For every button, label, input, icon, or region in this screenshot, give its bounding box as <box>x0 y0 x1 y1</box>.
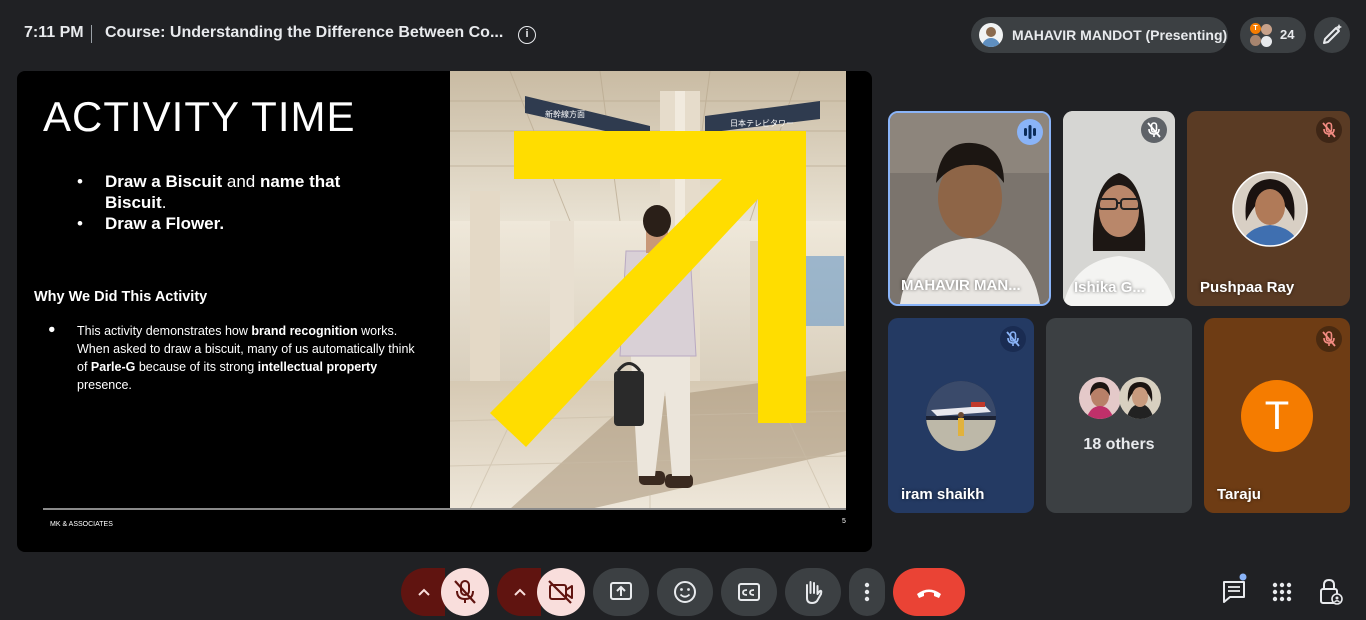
avatar <box>1261 24 1272 35</box>
host-controls-button[interactable] <box>1306 568 1354 616</box>
meeting-info-icon[interactable]: i <box>518 26 536 44</box>
chat-icon <box>1223 573 1247 603</box>
lock-person-icon <box>1320 578 1343 605</box>
participant-name: Ishika G... <box>1074 279 1145 296</box>
more-options-button[interactable] <box>849 568 885 616</box>
top-bar: 7:11 PM Course: Understanding the Differ… <box>0 0 1366 70</box>
mic-off-icon <box>1316 117 1342 143</box>
apps-icon <box>1272 582 1292 602</box>
avatar <box>1250 35 1261 46</box>
participant-tile-pushpaa[interactable]: Pushpaa Ray <box>1187 111 1350 306</box>
raise-hand-button[interactable] <box>785 568 841 616</box>
sign-text: 日本テレビタワー <box>730 118 794 128</box>
meeting-title: Course: Understanding the Difference Bet… <box>105 24 504 41</box>
avatar <box>926 381 996 451</box>
mic-toggle-button[interactable] <box>441 568 489 616</box>
camera-toggle-button[interactable] <box>537 568 585 616</box>
camera-control-group <box>497 568 585 616</box>
hand-icon <box>806 581 823 604</box>
present-now-button[interactable] <box>593 568 649 616</box>
mic-off-icon <box>454 580 476 604</box>
activities-button[interactable] <box>1258 568 1306 616</box>
participant-name: Taraju <box>1217 486 1261 503</box>
avatar: T <box>1250 23 1261 34</box>
sign-text: 新幹線方面 <box>545 109 585 119</box>
participant-tile-taraju[interactable]: T Taraju <box>1204 318 1350 513</box>
clock-time: 7:11 PM <box>24 24 84 41</box>
mic-control-group <box>401 568 489 616</box>
slide-bullet: Draw a Biscuit and name that Biscuit. <box>77 171 405 213</box>
call-end-icon <box>917 589 941 598</box>
slide-page-number: 5 <box>842 518 846 525</box>
slide-bullet-list: Draw a Biscuit and name that Biscuit. Dr… <box>77 171 405 234</box>
reactions-button[interactable] <box>657 568 713 616</box>
slide-subheading: Why We Did This Activity <box>34 289 208 305</box>
slide-divider-line <box>43 508 846 510</box>
slide-footer-brand: MK & ASSOCIATES <box>50 521 113 528</box>
participant-count: 24 <box>1280 27 1295 42</box>
avatar <box>1261 36 1272 47</box>
slide-bullet: Draw a Flower. <box>77 213 405 234</box>
chevron-up-icon <box>418 588 430 596</box>
avatar <box>1079 377 1121 419</box>
slide-title: ACTIVITY TIME <box>43 93 356 140</box>
mic-off-icon <box>1141 117 1167 143</box>
participant-tile-others[interactable]: 18 others <box>1046 318 1192 513</box>
participant-tile-ishika[interactable]: Ishika G... <box>1063 111 1175 306</box>
mic-options-button[interactable] <box>401 568 445 616</box>
annotate-button[interactable] <box>1314 17 1350 53</box>
captions-icon <box>738 583 760 601</box>
participant-tile-iram[interactable]: iram shaikh <box>888 318 1034 513</box>
speaking-indicator-icon <box>1017 119 1043 145</box>
presenter-chip[interactable]: MAHAVIR MANDOT (Presenting) <box>971 17 1228 53</box>
mic-off-icon <box>1000 326 1026 352</box>
shared-presentation: ACTIVITY TIME Draw a Biscuit and name th… <box>17 71 872 552</box>
participant-name: iram shaikh <box>901 486 985 503</box>
leave-call-button[interactable] <box>893 568 965 616</box>
chevron-up-icon <box>514 588 526 596</box>
people-button[interactable]: T 24 <box>1240 17 1306 53</box>
avatar <box>979 23 1003 47</box>
avatar: T <box>1241 380 1313 452</box>
divider <box>91 25 92 43</box>
avatar <box>1232 171 1308 247</box>
present-screen-icon <box>610 582 632 600</box>
camera-off-icon <box>548 580 573 604</box>
presenter-label: MAHAVIR MANDOT (Presenting) <box>1012 27 1228 43</box>
pen-sparkle-icon <box>1323 24 1342 44</box>
mic-off-icon <box>1316 326 1342 352</box>
camera-options-button[interactable] <box>497 568 541 616</box>
slide-bullet-glyph: ● <box>48 322 56 336</box>
captions-button[interactable] <box>721 568 777 616</box>
chat-button[interactable] <box>1210 568 1258 616</box>
participant-name: Pushpaa Ray <box>1200 279 1295 296</box>
more-vert-icon <box>864 582 870 602</box>
emoji-icon <box>674 581 696 603</box>
participant-name: 18 others <box>1083 436 1155 453</box>
participant-name: MAHAVIR MAN... <box>901 277 1021 294</box>
slide-paragraph: This activity demonstrates how brand rec… <box>77 324 415 392</box>
participant-tile-mahavir[interactable]: MAHAVIR MAN... <box>888 111 1051 306</box>
avatar <box>1119 377 1161 419</box>
slide-photo: 新幹線方面 日本テレビタワー <box>450 71 846 509</box>
